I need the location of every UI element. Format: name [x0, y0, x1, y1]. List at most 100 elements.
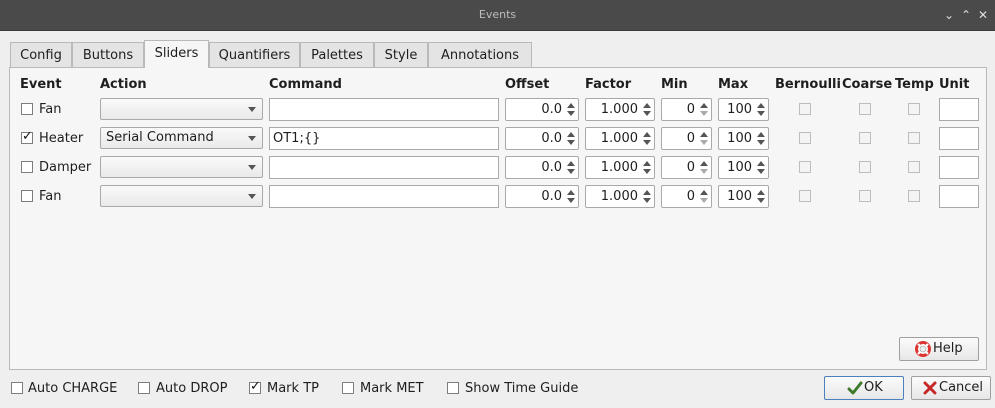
event-enable-checkbox[interactable]	[21, 161, 33, 173]
tab-palettes[interactable]: Palettes	[300, 42, 374, 67]
tab-quantifiers[interactable]: Quantifiers	[209, 42, 300, 67]
coarse-checkbox[interactable]	[859, 132, 871, 144]
cross-icon	[923, 381, 937, 395]
chevron-up-icon[interactable]: ⌃	[959, 8, 973, 22]
arrow-up-icon[interactable]	[567, 190, 575, 195]
bernoulli-checkbox[interactable]	[799, 161, 811, 173]
arrow-up-icon[interactable]	[700, 190, 708, 195]
offset-spinbox[interactable]: 0.0	[505, 98, 579, 121]
arrow-down-icon[interactable]	[700, 198, 708, 203]
arrow-up-icon[interactable]	[757, 132, 765, 137]
offset-spinbox[interactable]: 0.0	[505, 156, 579, 179]
event-enable-checkbox[interactable]	[21, 190, 33, 202]
bernoulli-checkbox[interactable]	[799, 190, 811, 202]
tab-sliders[interactable]: Sliders	[144, 40, 209, 68]
mark-met-checkbox[interactable]	[342, 382, 354, 394]
max-spinbox[interactable]: 100	[718, 127, 769, 150]
max-spinbox[interactable]: 100	[718, 156, 769, 179]
arrow-up-icon[interactable]	[643, 132, 651, 137]
arrow-down-icon[interactable]	[700, 140, 708, 145]
event-enable-checkbox[interactable]	[21, 103, 33, 115]
arrow-down-icon[interactable]	[757, 111, 765, 116]
tab-style[interactable]: Style	[374, 42, 428, 67]
arrow-up-icon[interactable]	[643, 190, 651, 195]
header-event: Event	[20, 77, 62, 92]
mark-tp-checkbox[interactable]	[249, 379, 261, 394]
arrow-down-icon[interactable]	[700, 111, 708, 116]
arrow-down-icon[interactable]	[643, 169, 651, 174]
arrow-up-icon[interactable]	[643, 103, 651, 108]
help-label: Help	[933, 341, 963, 356]
event-enable-checkbox[interactable]	[21, 129, 33, 144]
temp-checkbox[interactable]	[908, 132, 920, 144]
factor-spinbox[interactable]: 1.000	[585, 127, 655, 150]
min-value: 0	[686, 131, 695, 146]
coarse-checkbox[interactable]	[859, 103, 871, 115]
arrow-up-icon[interactable]	[567, 103, 575, 108]
auto-charge-checkbox[interactable]	[11, 382, 23, 394]
factor-spinbox[interactable]: 1.000	[585, 185, 655, 208]
temp-checkbox[interactable]	[908, 190, 920, 202]
arrow-up-icon[interactable]	[567, 161, 575, 166]
arrow-up-icon[interactable]	[700, 103, 708, 108]
action-combobox[interactable]	[100, 185, 263, 207]
arrow-down-icon[interactable]	[700, 169, 708, 174]
unit-input[interactable]	[939, 185, 979, 208]
close-icon[interactable]: ✕	[976, 8, 990, 22]
command-input[interactable]	[269, 98, 499, 121]
arrow-down-icon[interactable]	[567, 140, 575, 145]
unit-input[interactable]	[939, 127, 979, 150]
factor-spinbox[interactable]: 1.000	[585, 98, 655, 121]
min-spinbox[interactable]: 0	[661, 98, 712, 121]
min-spinbox[interactable]: 0	[661, 127, 712, 150]
arrow-down-icon[interactable]	[757, 198, 765, 203]
command-input[interactable]	[269, 156, 499, 179]
max-spinbox[interactable]: 100	[718, 185, 769, 208]
min-spinbox[interactable]: 0	[661, 185, 712, 208]
factor-spinbox[interactable]: 1.000	[585, 156, 655, 179]
arrow-up-icon[interactable]	[757, 190, 765, 195]
coarse-checkbox[interactable]	[859, 190, 871, 202]
offset-spinbox[interactable]: 0.0	[505, 127, 579, 150]
unit-input[interactable]	[939, 98, 979, 121]
arrow-down-icon[interactable]	[643, 140, 651, 145]
header-temp: Temp	[895, 77, 934, 92]
bernoulli-checkbox[interactable]	[799, 103, 811, 115]
arrow-down-icon[interactable]	[643, 111, 651, 116]
command-input[interactable]	[269, 185, 499, 208]
coarse-checkbox[interactable]	[859, 161, 871, 173]
offset-value: 0.0	[541, 160, 562, 175]
action-combobox[interactable]: Serial Command	[100, 127, 263, 149]
action-combobox[interactable]	[100, 156, 263, 178]
ok-button[interactable]: OK	[824, 376, 904, 400]
command-input[interactable]: OT1;{}	[269, 127, 499, 150]
arrow-up-icon[interactable]	[643, 161, 651, 166]
action-combobox[interactable]	[100, 98, 263, 120]
show-time-guide-checkbox[interactable]	[447, 382, 459, 394]
arrow-down-icon[interactable]	[757, 169, 765, 174]
temp-checkbox[interactable]	[908, 103, 920, 115]
unit-input[interactable]	[939, 156, 979, 179]
bernoulli-checkbox[interactable]	[799, 132, 811, 144]
min-spinbox[interactable]: 0	[661, 156, 712, 179]
arrow-up-icon[interactable]	[567, 132, 575, 137]
cancel-button[interactable]: Cancel	[911, 376, 991, 400]
tab-annotations[interactable]: Annotations	[428, 42, 532, 67]
arrow-up-icon[interactable]	[757, 161, 765, 166]
arrow-down-icon[interactable]	[567, 111, 575, 116]
arrow-down-icon[interactable]	[567, 198, 575, 203]
tab-buttons[interactable]: Buttons	[72, 42, 144, 67]
auto-drop-checkbox[interactable]	[138, 382, 150, 394]
arrow-down-icon[interactable]	[757, 140, 765, 145]
temp-checkbox[interactable]	[908, 161, 920, 173]
arrow-up-icon[interactable]	[757, 103, 765, 108]
arrow-down-icon[interactable]	[567, 169, 575, 174]
arrow-up-icon[interactable]	[700, 161, 708, 166]
chevron-down-icon[interactable]: ⌄	[942, 8, 956, 22]
offset-spinbox[interactable]: 0.0	[505, 185, 579, 208]
tab-config[interactable]: Config	[10, 42, 72, 67]
help-button[interactable]: Help	[899, 337, 979, 361]
arrow-down-icon[interactable]	[643, 198, 651, 203]
arrow-up-icon[interactable]	[700, 132, 708, 137]
max-spinbox[interactable]: 100	[718, 98, 769, 121]
